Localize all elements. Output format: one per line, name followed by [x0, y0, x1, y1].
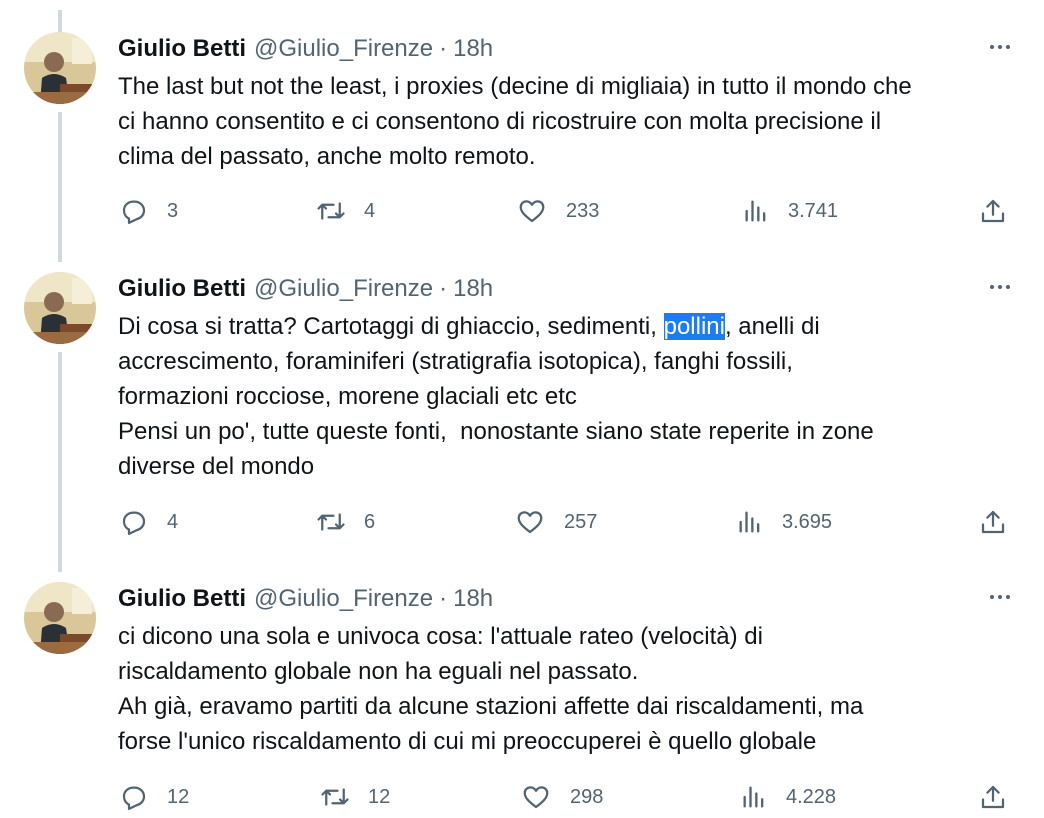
- more-options-icon[interactable]: [982, 274, 1018, 300]
- like-button[interactable]: 298: [520, 782, 603, 812]
- like-count: 257: [564, 510, 598, 533]
- share-button[interactable]: [978, 196, 1008, 226]
- retweet-icon: [321, 788, 349, 806]
- share-icon: [981, 785, 1005, 809]
- share-icon: [981, 199, 1005, 223]
- retweet-button[interactable]: 6: [316, 507, 375, 537]
- reply-icon: [122, 200, 146, 224]
- tweet-text: ci dicono una sola e univoca cosa: l'att…: [118, 623, 864, 755]
- retweet-button[interactable]: 4: [316, 196, 375, 226]
- author-name[interactable]: Giulio Betti: [118, 585, 246, 613]
- share-icon: [981, 510, 1005, 534]
- timestamp[interactable]: 18h: [453, 585, 493, 613]
- avatar[interactable]: [24, 32, 96, 104]
- author-name[interactable]: Giulio Betti: [118, 275, 246, 303]
- tweet[interactable]: Giulio Betti @Giulio_Firenze · 18h ci di…: [0, 582, 1044, 818]
- view-count: 3.741: [788, 199, 839, 222]
- retweet-icon: [317, 202, 345, 220]
- more-options-icon[interactable]: [982, 584, 1018, 610]
- retweet-icon: [317, 513, 345, 531]
- heart-icon: [519, 200, 545, 223]
- views-button[interactable]: 4.228: [740, 782, 836, 812]
- selected-text: pollini: [663, 313, 725, 340]
- reply-button[interactable]: 4: [119, 507, 178, 537]
- like-button[interactable]: 233: [516, 196, 599, 226]
- retweet-button[interactable]: 12: [320, 782, 390, 812]
- reply-icon: [122, 786, 146, 810]
- reply-button[interactable]: 12: [119, 782, 189, 812]
- timestamp[interactable]: 18h: [453, 275, 493, 303]
- views-chart-icon: [739, 511, 760, 533]
- view-count: 3.695: [782, 510, 833, 533]
- reply-button[interactable]: 3: [119, 196, 178, 226]
- tweet-text: Di cosa si tratta? Cartotaggi di ghiacci…: [118, 309, 1018, 484]
- retweet-count: 12: [368, 785, 391, 808]
- view-count: 4.228: [786, 785, 837, 808]
- reply-count: 4: [167, 510, 179, 533]
- timestamp[interactable]: 18h: [453, 35, 493, 63]
- like-count: 233: [566, 199, 600, 222]
- tweet-header: Giulio Betti @Giulio_Firenze · 18h: [118, 584, 493, 614]
- share-button[interactable]: [978, 507, 1008, 537]
- reply-count: 12: [167, 785, 190, 808]
- tweet-text: The last but not the least, i proxies (d…: [118, 73, 912, 170]
- share-button[interactable]: [978, 782, 1008, 812]
- heart-icon: [523, 786, 549, 809]
- author-handle[interactable]: @Giulio_Firenze: [254, 35, 433, 63]
- author-handle[interactable]: @Giulio_Firenze: [254, 585, 433, 613]
- tweet[interactable]: Giulio Betti @Giulio_Firenze · 18h Di co…: [0, 272, 1044, 572]
- heart-icon: [517, 511, 543, 534]
- retweet-count: 4: [364, 199, 376, 222]
- avatar[interactable]: [24, 582, 96, 654]
- tweet-text-before: Di cosa si tratta? Cartotaggi di ghiacci…: [118, 313, 664, 340]
- tweet-header: Giulio Betti @Giulio_Firenze · 18h: [118, 274, 493, 304]
- separator: ·: [439, 275, 448, 302]
- tweet[interactable]: Giulio Betti @Giulio_Firenze · 18h The l…: [0, 32, 1044, 252]
- separator: ·: [439, 35, 448, 62]
- views-button[interactable]: 3.695: [736, 507, 832, 537]
- reply-icon: [122, 511, 146, 535]
- tweet-header: Giulio Betti @Giulio_Firenze · 18h: [118, 34, 493, 64]
- views-button[interactable]: 3.741: [742, 196, 838, 226]
- separator: ·: [439, 585, 448, 612]
- reply-count: 3: [167, 199, 179, 222]
- author-name[interactable]: Giulio Betti: [118, 35, 246, 63]
- like-button[interactable]: 257: [514, 507, 597, 537]
- retweet-count: 6: [364, 510, 376, 533]
- views-chart-icon: [743, 786, 764, 808]
- author-handle[interactable]: @Giulio_Firenze: [254, 275, 433, 303]
- avatar[interactable]: [24, 272, 96, 344]
- views-chart-icon: [745, 200, 766, 222]
- like-count: 298: [570, 785, 604, 808]
- more-options-icon[interactable]: [982, 34, 1018, 60]
